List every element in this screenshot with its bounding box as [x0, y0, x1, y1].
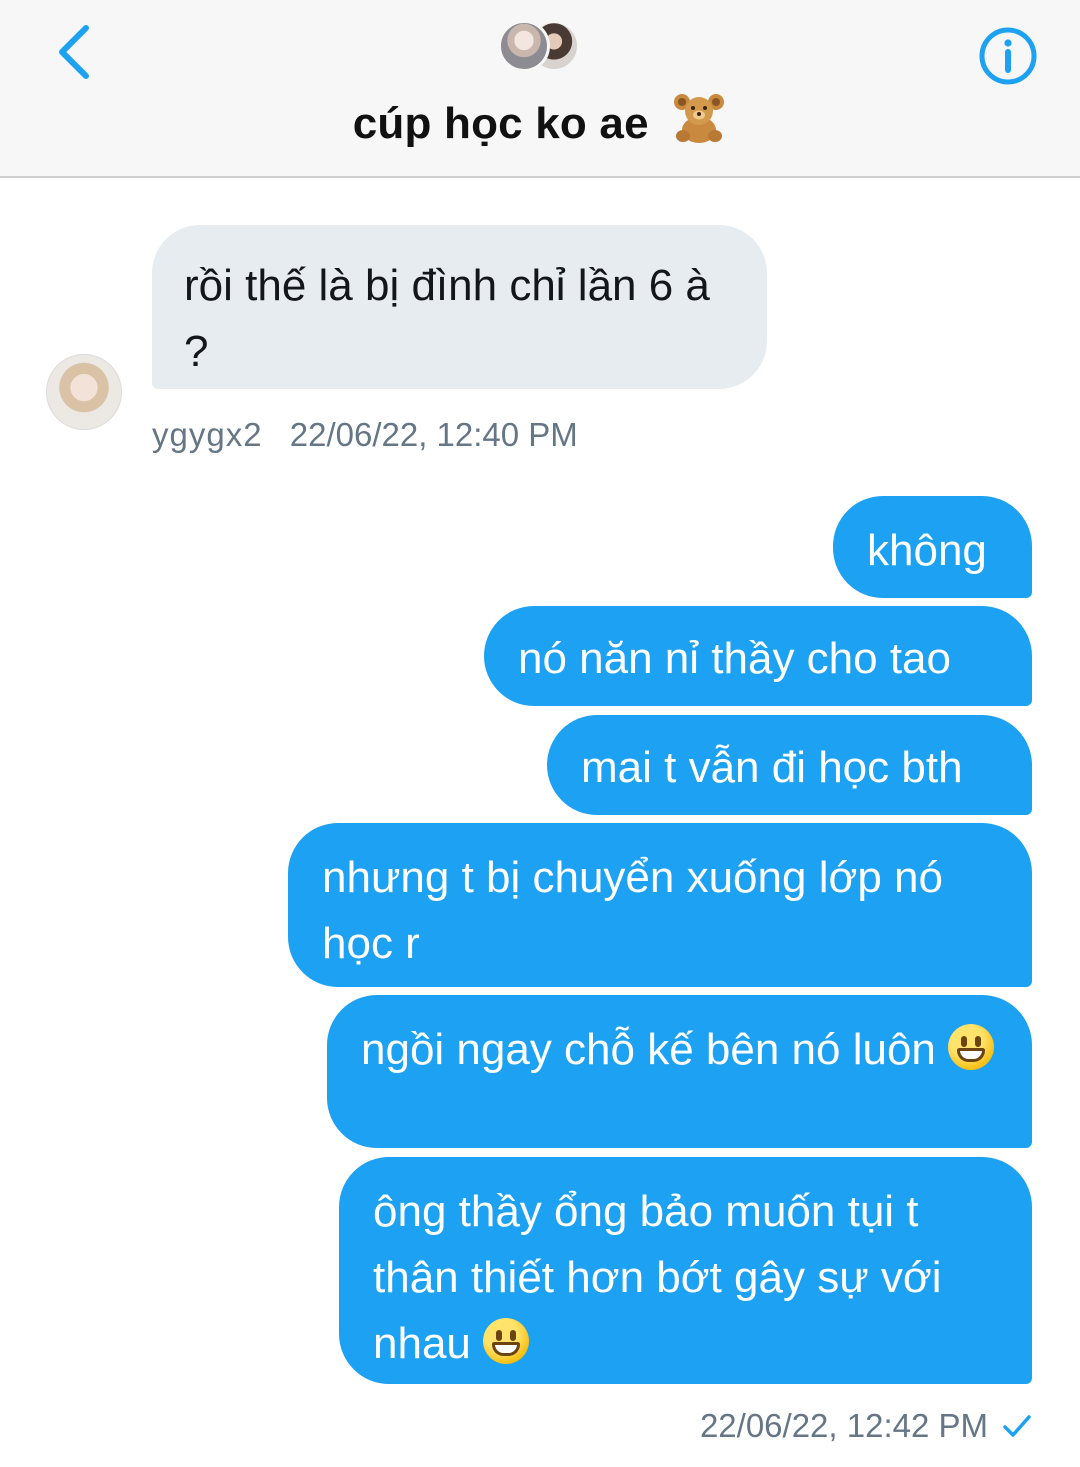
info-icon — [979, 27, 1037, 85]
message-text: không — [867, 526, 987, 575]
dm-conversation-screen: cúp học ko ae rồi thế là bị đình chỉ lần… — [0, 0, 1080, 1467]
conversation-title[interactable]: cúp học ko ae — [0, 92, 1080, 149]
message-text: ông thầy ổng bảo muốn tụi t thân thiết h… — [373, 1187, 942, 1368]
outgoing-message-bubble[interactable]: ngồi ngay chỗ kế bên nó luôn — [327, 995, 1032, 1148]
message-text: rồi thế là bị đình chỉ lần 6 à ? — [184, 261, 710, 376]
conversation-info-button[interactable] — [978, 26, 1038, 86]
sender-name: ygygx2 — [152, 416, 263, 453]
outgoing-message-bubble[interactable]: nhưng t bị chuyển xuống lớp nó học r — [288, 823, 1032, 987]
incoming-message-bubble[interactable]: rồi thế là bị đình chỉ lần 6 à ? — [152, 225, 767, 389]
message-text: ngồi ngay chỗ kế bên nó luôn — [361, 1025, 936, 1074]
teddy-bear-icon — [674, 94, 725, 143]
back-button[interactable] — [44, 20, 104, 84]
outgoing-message-bubble[interactable]: không — [833, 496, 1032, 598]
conversation-header: cúp học ko ae — [0, 0, 1080, 178]
outgoing-message-bubble[interactable]: ông thầy ổng bảo muốn tụi t thân thiết h… — [339, 1157, 1032, 1384]
message-timestamp: 22/06/22, 12:42 PM — [699, 1407, 988, 1444]
message-timestamp: 22/06/22, 12:40 PM — [289, 416, 578, 453]
group-avatars[interactable] — [498, 20, 582, 72]
incoming-message-meta: ygygx2 22/06/22, 12:40 PM — [152, 416, 578, 454]
outgoing-message-meta: 22/06/22, 12:42 PM — [700, 1407, 1032, 1445]
checkmark-icon — [1003, 1415, 1031, 1437]
grinning-face-icon — [483, 1318, 530, 1364]
outgoing-message-bubble[interactable]: mai t vẫn đi học bth — [547, 715, 1032, 815]
message-text: nó năn nỉ thầy cho tao — [518, 634, 951, 683]
outgoing-message-bubble[interactable]: nó năn nỉ thầy cho tao — [484, 606, 1032, 706]
message-text: nhưng t bị chuyển xuống lớp nó học r — [322, 853, 943, 968]
avatar — [498, 20, 550, 72]
message-text: mai t vẫn đi học bth — [581, 743, 963, 792]
grinning-face-icon — [948, 1024, 995, 1070]
chevron-left-icon — [59, 25, 89, 79]
sender-avatar[interactable] — [46, 354, 122, 430]
